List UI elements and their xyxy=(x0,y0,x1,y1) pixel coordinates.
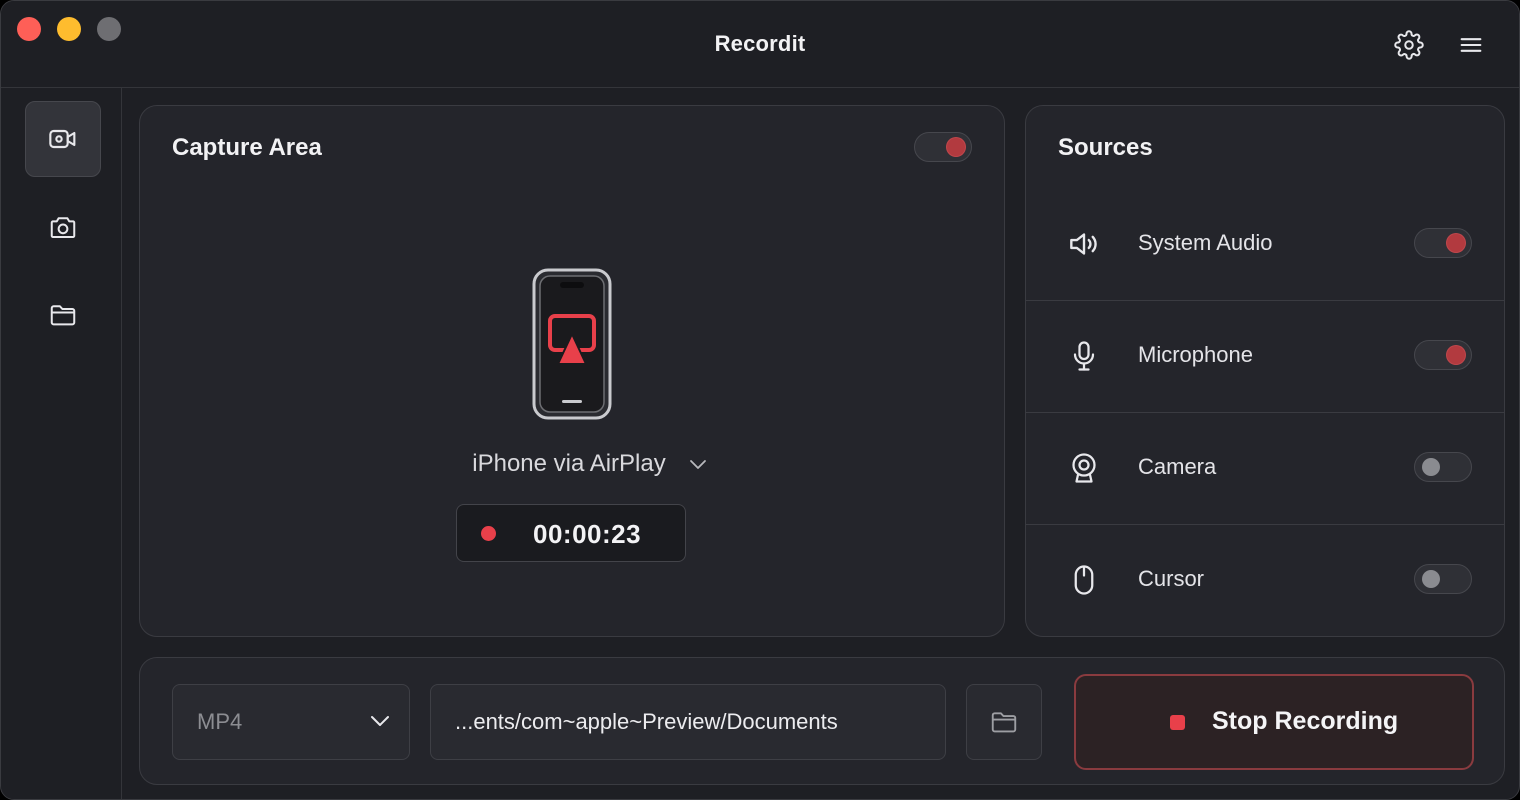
toggle-knob xyxy=(1447,234,1465,252)
capture-area-title: Capture Area xyxy=(172,134,322,161)
settings-button[interactable] xyxy=(1393,29,1425,61)
microphone-toggle[interactable] xyxy=(1414,340,1472,370)
source-row-microphone: Microphone xyxy=(1026,300,1504,413)
gear-icon xyxy=(1394,30,1424,60)
format-value: MP4 xyxy=(197,709,243,734)
folder-icon xyxy=(50,305,76,326)
source-label: System Audio xyxy=(1138,230,1273,255)
hamburger-menu-icon xyxy=(1460,38,1482,52)
capture-area-toggle[interactable] xyxy=(914,132,972,162)
sources-panel: Sources System Audio Microphone Camera C… xyxy=(1025,105,1505,637)
iphone-airplay-icon xyxy=(532,268,612,420)
save-path-field[interactable]: ...ents/com~apple~Preview/Documents xyxy=(430,684,946,760)
speaker-icon xyxy=(1064,224,1104,264)
source-row-cursor: Cursor xyxy=(1026,524,1504,636)
camera-icon xyxy=(50,217,76,238)
sidebar-item-files[interactable] xyxy=(25,277,101,353)
cursor-toggle[interactable] xyxy=(1414,564,1472,594)
menu-button[interactable] xyxy=(1455,29,1487,61)
sources-title: Sources xyxy=(1058,134,1153,161)
camera-toggle[interactable] xyxy=(1414,452,1472,482)
recording-indicator xyxy=(481,526,496,541)
device-selector[interactable]: iPhone via AirPlay xyxy=(140,450,1004,478)
save-path-value: ...ents/com~apple~Preview/Documents xyxy=(455,709,838,734)
mouse-icon xyxy=(1064,560,1104,600)
chevron-down-icon xyxy=(689,460,706,469)
source-label: Camera xyxy=(1138,454,1217,479)
source-row-system-audio: System Audio xyxy=(1026,188,1504,301)
recording-timer: 00:00:23 xyxy=(456,504,686,562)
stop-recording-label: Stop Recording xyxy=(1212,707,1399,735)
sidebar-item-screenshot[interactable] xyxy=(25,189,101,265)
app-title: Recordit xyxy=(714,31,806,56)
toggle-knob xyxy=(1422,570,1440,588)
timer-value: 00:00:23 xyxy=(533,519,642,549)
toggle-knob xyxy=(947,138,965,156)
device-label: iPhone via AirPlay xyxy=(472,450,666,477)
toggle-knob xyxy=(1422,458,1440,476)
webcam-icon xyxy=(1064,448,1104,488)
toggle-knob xyxy=(1447,346,1465,364)
source-label: Cursor xyxy=(1138,566,1205,591)
sidebar xyxy=(1,88,122,799)
source-label: Microphone xyxy=(1138,342,1253,367)
iphone-airplay-illustration xyxy=(532,268,612,425)
chevron-down-icon xyxy=(371,716,389,726)
stop-square-icon xyxy=(1170,715,1185,730)
source-row-camera: Camera xyxy=(1026,412,1504,525)
titlebar: Recordit xyxy=(1,1,1519,88)
sidebar-item-record-video[interactable] xyxy=(25,101,101,177)
output-bar: MP4 ...ents/com~apple~Preview/Documents … xyxy=(139,657,1505,785)
system-audio-toggle[interactable] xyxy=(1414,228,1472,258)
format-dropdown[interactable]: MP4 xyxy=(172,684,410,760)
stop-recording-button[interactable]: Stop Recording xyxy=(1074,674,1474,770)
app-window: Recordit Capture Area iPhone via AirPlay… xyxy=(0,0,1520,800)
folder-icon xyxy=(991,712,1017,733)
microphone-icon xyxy=(1064,336,1104,376)
choose-folder-button[interactable] xyxy=(966,684,1042,760)
capture-area-panel: Capture Area iPhone via AirPlay 00:00:23 xyxy=(139,105,1005,637)
video-camera-icon xyxy=(49,129,76,149)
